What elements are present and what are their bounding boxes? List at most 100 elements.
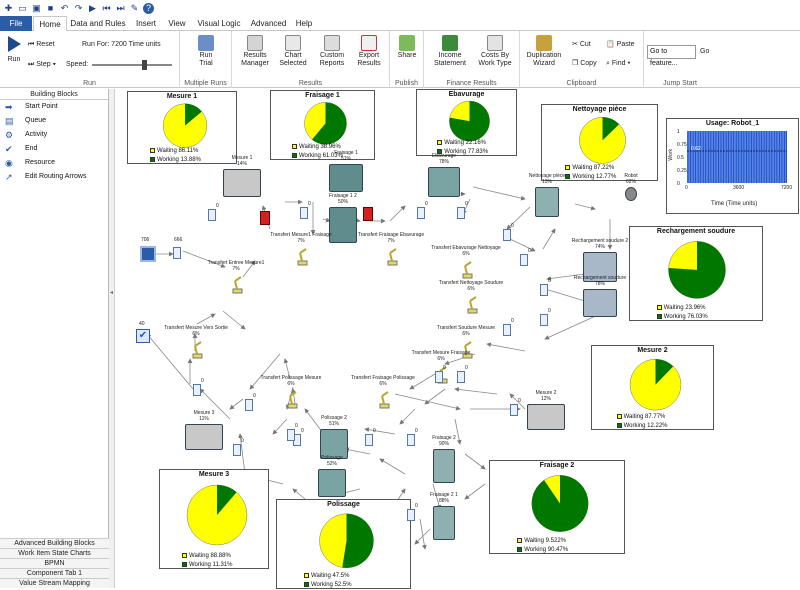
goto-feature-input[interactable]: Go to feature... xyxy=(647,45,696,67)
speed-slider[interactable] xyxy=(92,60,172,70)
transfer-robot[interactable] xyxy=(230,274,244,294)
machine-f2[interactable] xyxy=(433,449,455,483)
queue-block[interactable] xyxy=(540,284,548,296)
queue-block[interactable] xyxy=(245,399,253,411)
play-icon[interactable]: ▶ xyxy=(87,3,98,14)
usage-chart[interactable]: Usage: Robot_1 1 0.75 0.5 0.25 0 0 3600 7200 0.62… xyxy=(666,118,799,214)
queue-block[interactable] xyxy=(193,384,201,396)
block-end[interactable]: ✔ End xyxy=(0,142,108,156)
queue-block[interactable] xyxy=(233,444,241,456)
queue-block[interactable] xyxy=(208,209,216,221)
red-buffer[interactable] xyxy=(363,207,373,221)
queue-block[interactable] xyxy=(407,434,415,446)
queue-block[interactable] xyxy=(457,207,465,219)
new-icon[interactable]: ▭ xyxy=(17,3,28,14)
machine-f1[interactable] xyxy=(329,164,363,192)
pie-box-polissage[interactable]: Polissage Waiting 47.5% Working 52.5% xyxy=(276,499,411,589)
tab-visual-logic[interactable]: Visual Logic xyxy=(192,16,246,31)
queue-block[interactable] xyxy=(503,229,511,241)
transfer-robot[interactable] xyxy=(377,389,391,409)
queue-block[interactable] xyxy=(300,207,308,219)
queue-block[interactable] xyxy=(435,371,443,383)
queue-block[interactable] xyxy=(407,509,415,521)
transfer-robot[interactable] xyxy=(285,389,299,409)
queue-block[interactable] xyxy=(457,371,465,383)
find-button[interactable]: ⌕ Find ▾ xyxy=(606,59,630,68)
step-button[interactable]: ⏭ Step ▾ xyxy=(28,60,56,69)
help-icon[interactable]: ? xyxy=(143,2,154,14)
results-manager-button[interactable]: Results Manager xyxy=(238,35,272,68)
pie-box-mesure1[interactable]: Mesure 1 Waiting 86.11% Working 13.88% xyxy=(127,91,237,164)
queue-block[interactable] xyxy=(520,254,528,266)
pie-box-mesure2[interactable]: Mesure 2 Waiting 87.77% Working 12.22% xyxy=(591,345,714,430)
tab-view[interactable]: View xyxy=(163,16,191,31)
block-resource[interactable]: ◉ Resource xyxy=(0,156,108,170)
run-button[interactable]: Run xyxy=(4,35,24,64)
panel-tab-advanced-building-blocks[interactable]: Advanced Building Blocks xyxy=(0,538,109,548)
transfer-robot[interactable] xyxy=(190,339,204,359)
panel-tab-bpmn[interactable]: BPMN xyxy=(0,558,109,568)
model-canvas[interactable]: Mesure 1 Waiting 86.11% Working 13.88% Frai… xyxy=(115,89,800,589)
speed-slider-thumb[interactable] xyxy=(142,60,147,70)
queue-block[interactable] xyxy=(287,429,295,441)
machine-eb[interactable] xyxy=(428,167,460,197)
start-point[interactable] xyxy=(140,246,156,262)
share-button[interactable]: Share xyxy=(394,35,420,60)
go-button[interactable]: Go xyxy=(700,47,709,56)
red-buffer[interactable] xyxy=(260,211,270,225)
palette-icon[interactable]: ✎ xyxy=(129,3,140,14)
machine-rs[interactable] xyxy=(583,289,617,317)
income-statement-button[interactable]: Income Statement xyxy=(428,35,472,68)
export-results-button[interactable]: Export Results xyxy=(352,35,386,68)
machine-np[interactable] xyxy=(535,187,559,217)
paste-button[interactable]: 📋 Paste xyxy=(606,40,635,49)
queue-block[interactable] xyxy=(503,324,511,336)
tab-home[interactable]: Home xyxy=(33,16,67,32)
transfer-robot[interactable] xyxy=(385,246,399,266)
queue-block[interactable] xyxy=(417,207,425,219)
open-icon[interactable]: ▣ xyxy=(31,3,42,14)
panel-tab-work-item-state-charts[interactable]: Work Item State Charts xyxy=(0,548,109,558)
collapse-arrow-icon[interactable]: ◂ xyxy=(110,289,113,296)
costs-by-work-type-button[interactable]: Costs By Work Type xyxy=(474,35,516,68)
block-activity[interactable]: ⚙ Activity xyxy=(0,128,108,142)
transfer-robot[interactable] xyxy=(460,259,474,279)
redo-icon[interactable]: ↷ xyxy=(73,3,84,14)
pie-box-ebavurage[interactable]: Ebavurage Waiting 22.16% Working 77.83% xyxy=(416,89,517,156)
machine-f21[interactable] xyxy=(433,506,455,540)
undo-icon[interactable]: ↶ xyxy=(59,3,70,14)
tab-help[interactable]: Help xyxy=(291,16,317,31)
end-point[interactable]: ✔ xyxy=(136,329,150,343)
save-icon[interactable]: ■ xyxy=(45,3,56,14)
panel-tab-value-stream-mapping[interactable]: Value Stream Mapping xyxy=(0,578,109,588)
copy-button[interactable]: ❐ Copy xyxy=(572,59,597,68)
tab-insert[interactable]: Insert xyxy=(130,16,162,31)
custom-reports-button[interactable]: Custom Reports xyxy=(314,35,350,68)
panel-tab-component-tab-1[interactable]: Component Tab 1 xyxy=(0,568,109,578)
tab-file[interactable]: File xyxy=(0,16,32,31)
block-start-point[interactable]: ➡ Start Point xyxy=(0,100,108,114)
cut-button[interactable]: ✂ Cut xyxy=(572,40,591,49)
queue-block[interactable] xyxy=(365,434,373,446)
machine-m1[interactable] xyxy=(223,169,261,197)
machine-rb[interactable] xyxy=(625,187,637,201)
block-edit-routing-arrows[interactable]: ↗ Edit Routing Arrows xyxy=(0,170,108,184)
run-trial-button[interactable]: Run Trial xyxy=(190,35,222,68)
pie-box-rechargement[interactable]: Rechargement soudure Waiting 23.96% Workin… xyxy=(629,226,763,321)
machine-po[interactable] xyxy=(318,469,346,497)
queue-block[interactable] xyxy=(540,314,548,326)
reset-button[interactable]: ⏮ Reset xyxy=(28,40,55,49)
machine-m2[interactable] xyxy=(527,404,565,430)
transfer-robot[interactable] xyxy=(295,246,309,266)
rewind-icon[interactable]: ⏮ xyxy=(101,3,112,14)
pie-box-nettoyage[interactable]: Nettoyage pièce Waiting 87.22% Working 12.… xyxy=(541,104,658,181)
transfer-robot[interactable] xyxy=(465,294,479,314)
pie-box-fraisage2[interactable]: Fraisage 2 Waiting 9.522% Working 90.47% xyxy=(489,460,625,554)
step-icon[interactable]: ⏭ xyxy=(115,3,126,14)
queue-block[interactable] xyxy=(510,404,518,416)
chart-selected-button[interactable]: Chart Selected xyxy=(276,35,310,68)
tab-data-and-rules[interactable]: Data and Rules xyxy=(67,16,129,31)
machine-m3[interactable] xyxy=(185,424,223,450)
block-queue[interactable]: ▤ Queue xyxy=(0,114,108,128)
pie-box-mesure3[interactable]: Mesure 3 Waiting 88.88% Working 11.31% xyxy=(159,469,269,569)
